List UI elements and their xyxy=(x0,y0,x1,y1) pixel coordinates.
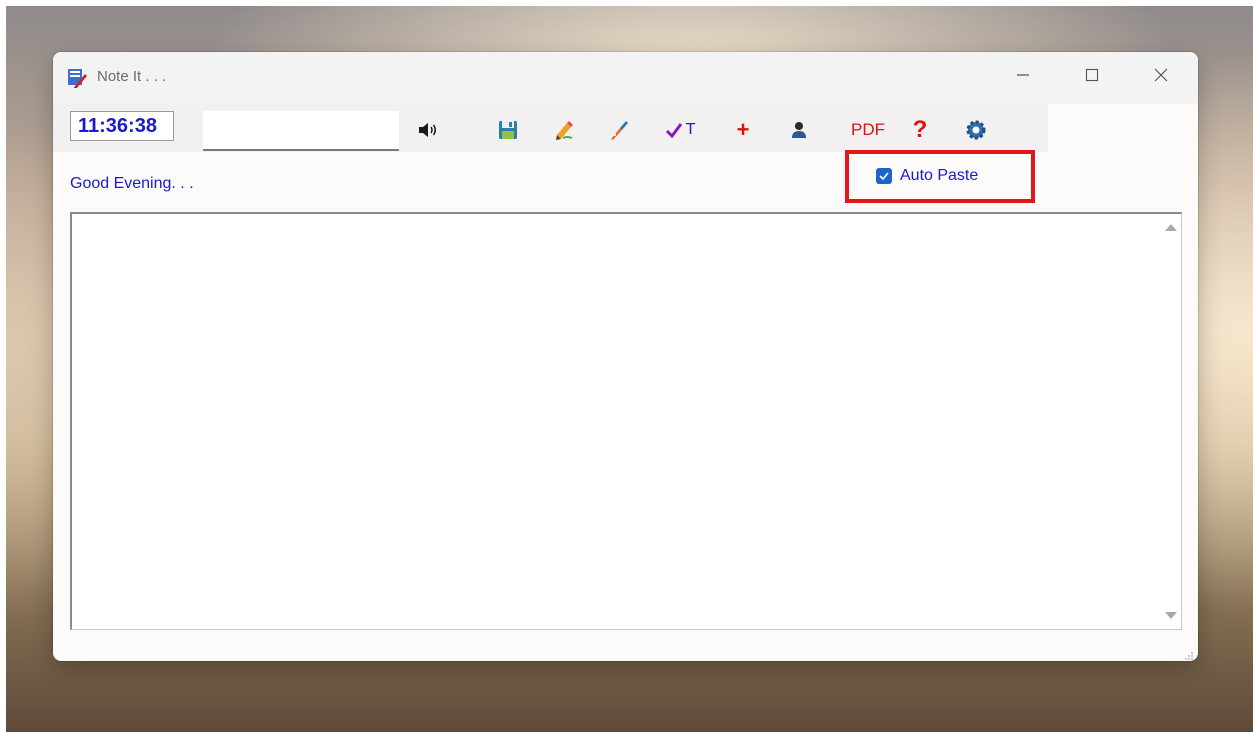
help-button[interactable]: ? xyxy=(908,118,932,142)
close-icon xyxy=(1153,67,1169,88)
close-button[interactable] xyxy=(1138,62,1184,92)
brush-button[interactable] xyxy=(607,118,631,142)
add-icon: + xyxy=(736,117,750,142)
maximize-icon xyxy=(1085,68,1099,87)
save-icon xyxy=(498,120,518,140)
note-text-input[interactable] xyxy=(203,111,399,151)
auto-paste-label: Auto Paste xyxy=(900,167,979,184)
edit-pencil-icon xyxy=(553,119,575,141)
check-text-icon: T xyxy=(665,121,695,139)
user-icon xyxy=(790,121,808,139)
auto-paste-checkbox[interactable]: Auto Paste xyxy=(876,167,978,185)
tasks-button[interactable]: T xyxy=(660,118,700,142)
brush-icon xyxy=(608,119,630,141)
scroll-down-icon[interactable] xyxy=(1165,612,1177,619)
vertical-scrollbar[interactable] xyxy=(1161,214,1181,629)
scroll-up-icon[interactable] xyxy=(1165,224,1177,231)
resize-grip-icon[interactable] xyxy=(1184,648,1194,660)
maximize-button[interactable] xyxy=(1069,62,1115,92)
minimize-icon xyxy=(1016,68,1030,87)
title-bar[interactable]: Note It . . . xyxy=(53,52,1198,104)
note-editor[interactable] xyxy=(70,212,1182,630)
pdf-button[interactable]: PDF xyxy=(848,118,888,142)
save-button[interactable] xyxy=(496,118,520,142)
help-icon: ? xyxy=(912,116,928,143)
clock-display: 11:36:38 xyxy=(70,111,174,141)
add-button[interactable]: + xyxy=(731,118,755,142)
checkbox-checked-icon xyxy=(876,168,892,184)
app-notepad-icon xyxy=(66,66,88,88)
note-it-window: Note It . . . 11:36:38 T + PDF ? Good Ev… xyxy=(53,52,1198,661)
user-button[interactable] xyxy=(787,118,811,142)
speaker-icon xyxy=(418,121,438,139)
minimize-button[interactable] xyxy=(1000,62,1046,92)
settings-icon xyxy=(965,119,987,141)
edit-button[interactable] xyxy=(552,118,576,142)
pdf-icon: PDF xyxy=(851,120,885,139)
window-title: Note It . . . xyxy=(97,68,167,85)
greeting-label: Good Evening. . . xyxy=(70,175,194,192)
settings-button[interactable] xyxy=(964,118,988,142)
speaker-button[interactable] xyxy=(416,118,440,142)
